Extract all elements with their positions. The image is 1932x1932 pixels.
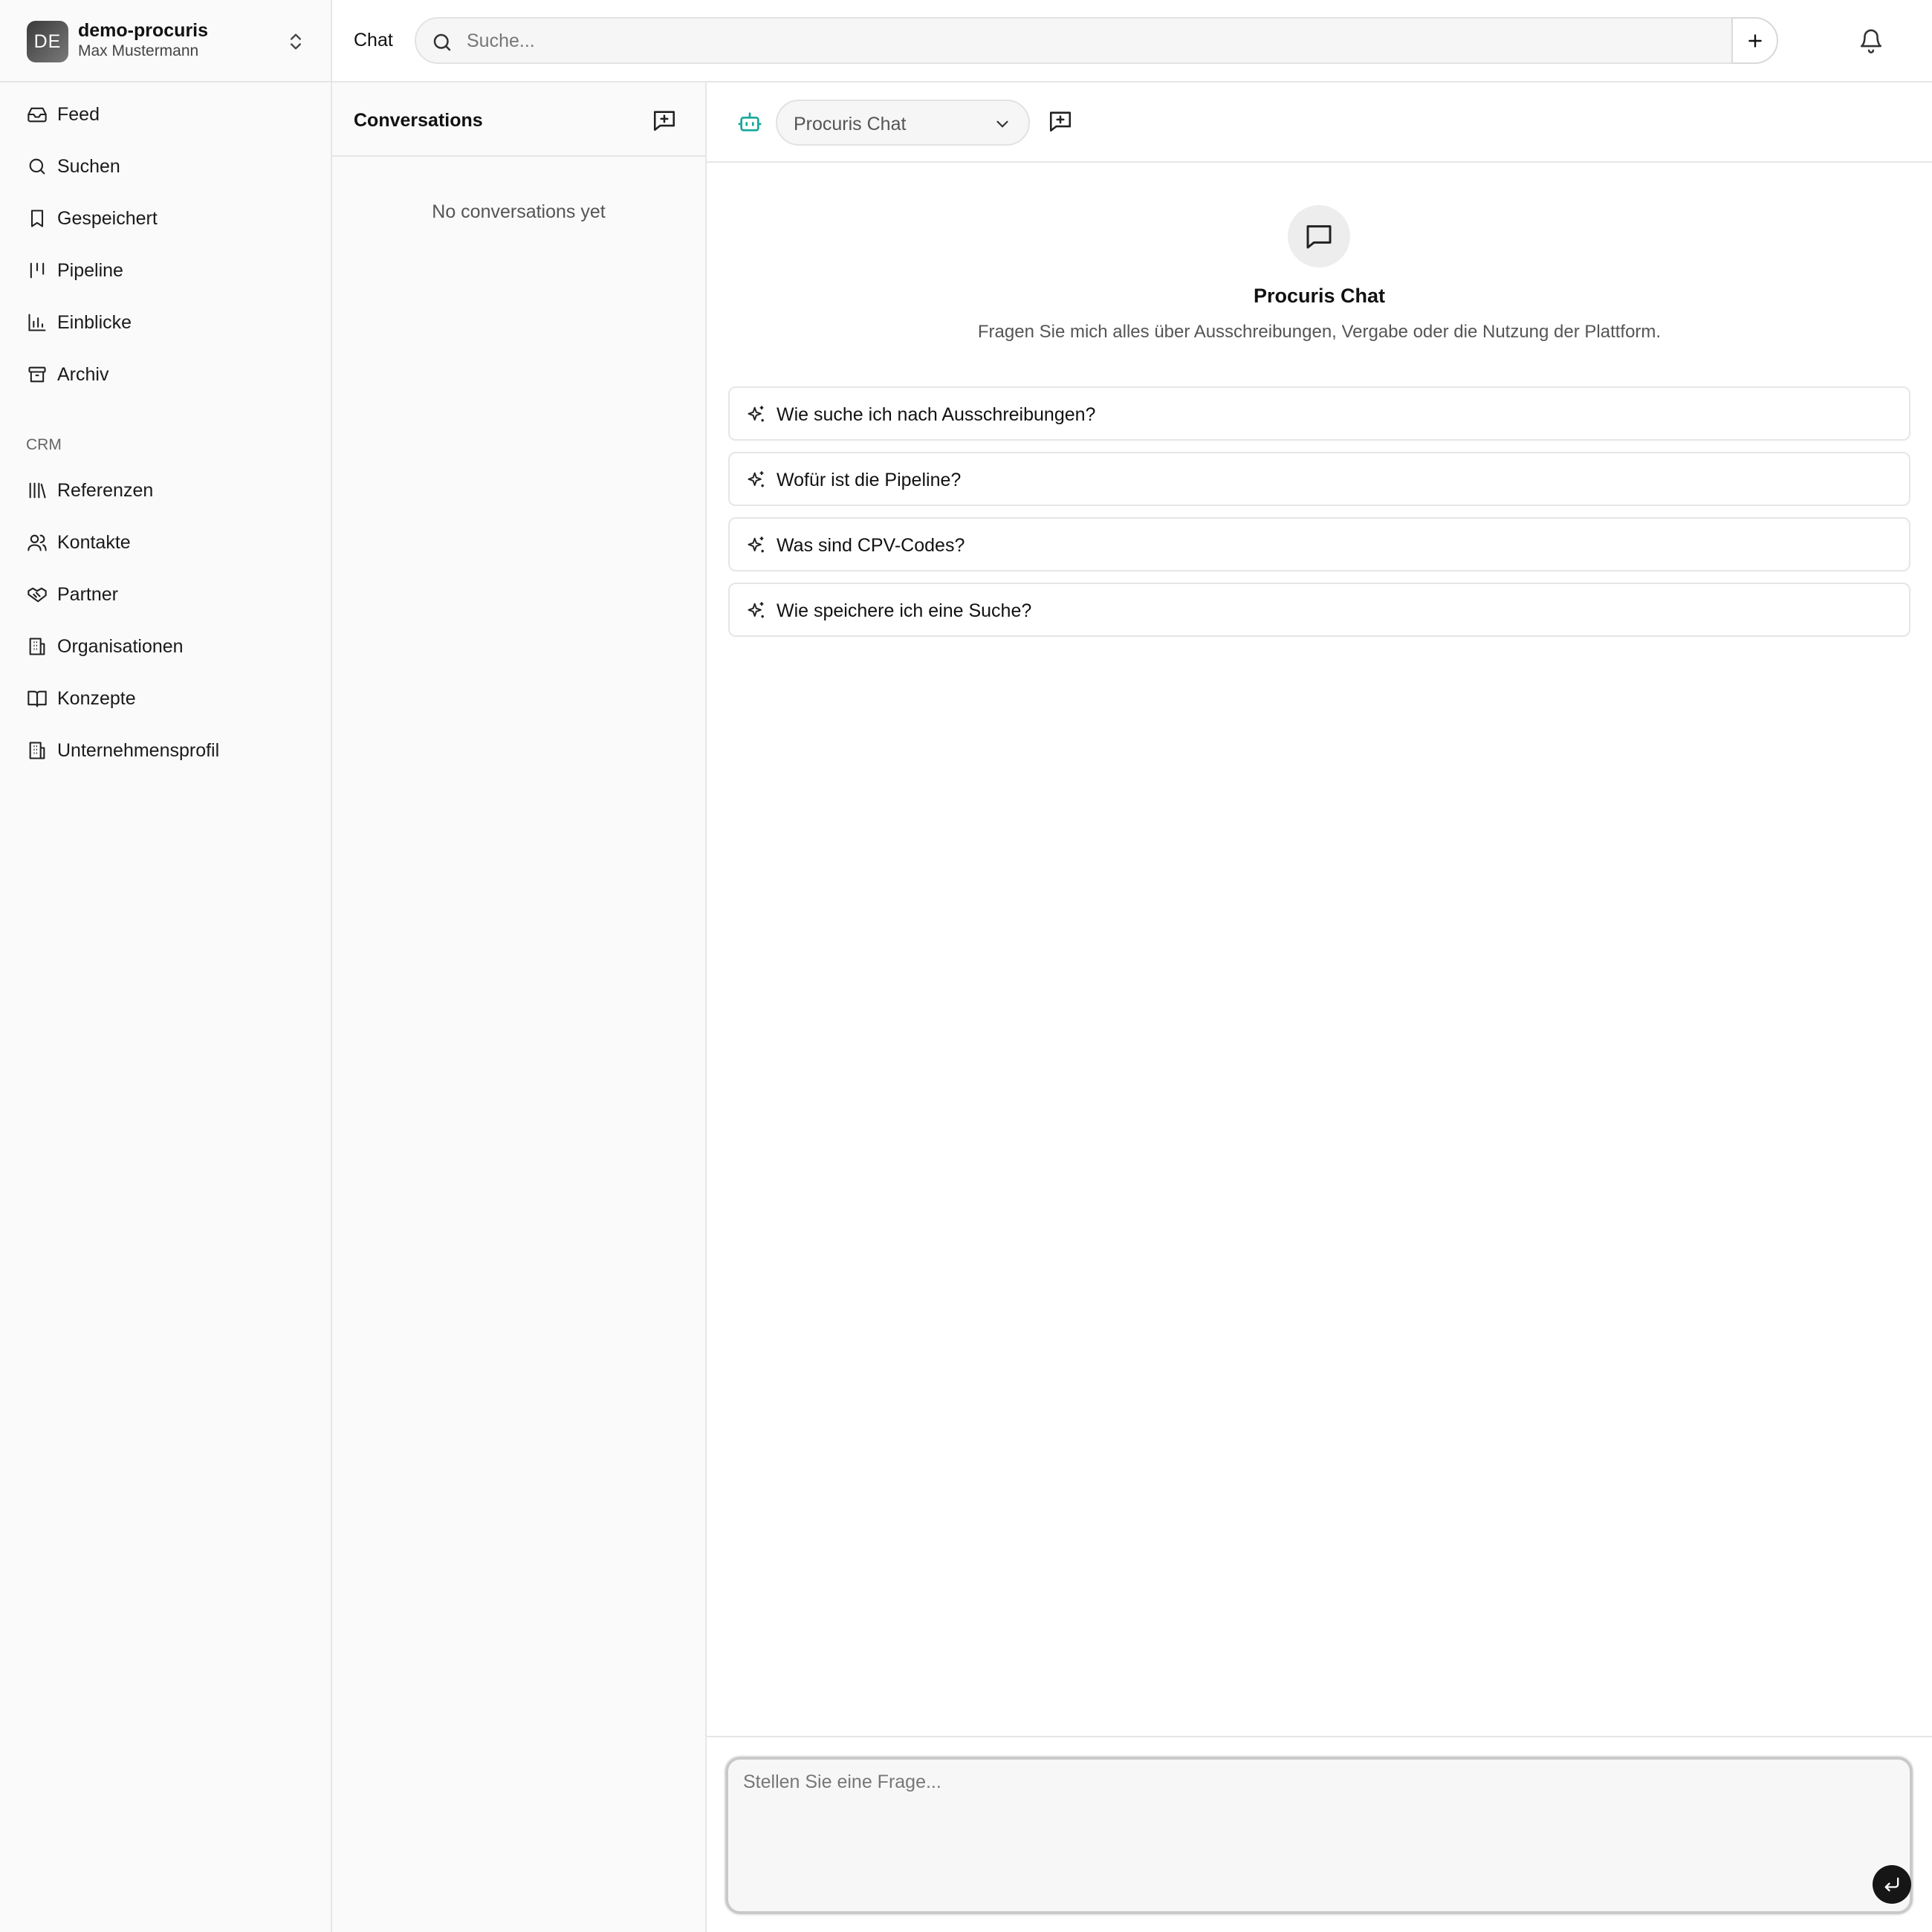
chat-hero-badge xyxy=(1288,205,1350,268)
message-input[interactable] xyxy=(743,1771,1858,1883)
new-chat-icon[interactable] xyxy=(1048,108,1073,134)
sparkles-icon xyxy=(748,602,764,618)
bar-chart-icon xyxy=(28,314,46,331)
conversations-panel: Conversations No conversations yet xyxy=(332,82,707,1932)
sidebar-item-label: Einblicke xyxy=(57,311,132,333)
conversations-header: Conversations xyxy=(332,82,705,157)
add-button[interactable] xyxy=(1731,17,1778,64)
library-icon xyxy=(29,482,46,499)
suggestion-label: Wie speichere ich eine Suche? xyxy=(777,600,1032,621)
sidebar-item-pipeline[interactable]: Pipeline xyxy=(16,250,321,291)
chat-panel: Procuris Chat Procuris Chat Fragen Sie m… xyxy=(707,82,1932,1932)
sidebar-item-gespeichert[interactable]: Gespeichert xyxy=(16,198,321,239)
conversations-title: Conversations xyxy=(354,110,483,131)
sidebar: DE demo-procuris Max Mustermann Feed Suc… xyxy=(0,0,332,1932)
building-icon xyxy=(29,638,45,655)
sidebar-item-feed[interactable]: Feed xyxy=(16,94,321,135)
inbox-icon xyxy=(27,107,47,123)
model-select[interactable]: Procuris Chat xyxy=(776,100,1030,146)
workspace-name: demo-procuris xyxy=(78,20,209,41)
composer-area xyxy=(707,1736,1932,1932)
book-open-icon xyxy=(27,690,47,707)
bot-icon xyxy=(738,112,762,132)
model-select-value: Procuris Chat xyxy=(794,114,907,134)
chat-hero-title: Procuris Chat xyxy=(1253,285,1386,307)
search-input[interactable] xyxy=(467,27,1656,54)
send-button[interactable] xyxy=(1873,1865,1911,1904)
bookmark-icon xyxy=(30,210,44,227)
search-icon xyxy=(29,158,45,175)
archive-icon xyxy=(28,366,46,383)
sidebar-item-label: Konzepte xyxy=(57,687,136,709)
page-title: Chat xyxy=(354,30,393,51)
new-conversation-icon[interactable] xyxy=(652,108,677,133)
plus-icon xyxy=(1748,33,1762,48)
global-search xyxy=(415,17,1778,64)
sidebar-item-kontakte[interactable]: Kontakte xyxy=(16,522,321,563)
sidebar-item-label: Unternehmensprofil xyxy=(57,739,220,761)
sidebar-item-label: Suchen xyxy=(57,155,120,177)
crm-section-label: CRM xyxy=(26,436,62,453)
sidebar-item-unternehmensprofil[interactable]: Unternehmensprofil xyxy=(16,730,321,771)
sidebar-item-partner[interactable]: Partner xyxy=(16,574,321,615)
sidebar-item-label: Gespeichert xyxy=(57,207,158,229)
handshake-icon xyxy=(27,587,47,603)
suggestion-label: Was sind CPV-Codes? xyxy=(777,535,965,556)
bell-icon[interactable] xyxy=(1858,28,1884,54)
suggestion-label: Wie suche ich nach Ausschreibungen? xyxy=(777,404,1096,425)
conversations-empty-state: No conversations yet xyxy=(432,201,606,222)
sidebar-item-label: Organisationen xyxy=(57,635,184,657)
search-icon xyxy=(433,33,451,51)
top-bar: Chat xyxy=(332,0,1932,82)
chat-header: Procuris Chat xyxy=(707,82,1932,163)
suggestion-button[interactable]: Wie speichere ich eine Suche? xyxy=(728,583,1910,637)
sparkles-icon xyxy=(748,471,764,487)
sidebar-item-suchen[interactable]: Suchen xyxy=(16,146,321,187)
chevron-down-icon xyxy=(996,120,1008,128)
sidebar-item-konzepte[interactable]: Konzepte xyxy=(16,678,321,719)
pipeline-icon xyxy=(30,262,45,279)
chat-hero-subtitle: Fragen Sie mich alles über Ausschreibung… xyxy=(977,322,1662,342)
message-square-icon xyxy=(1306,225,1332,249)
suggestion-button[interactable]: Was sind CPV-Codes? xyxy=(728,517,1910,571)
building-icon xyxy=(29,742,45,759)
sidebar-item-einblicke[interactable]: Einblicke xyxy=(16,302,321,343)
sidebar-item-label: Archiv xyxy=(57,363,109,385)
chevrons-up-down-icon[interactable] xyxy=(285,30,306,54)
workspace-avatar: DE xyxy=(27,21,68,62)
suggestion-button[interactable]: Wofür ist die Pipeline? xyxy=(728,452,1910,506)
sparkles-icon xyxy=(748,406,764,422)
users-icon xyxy=(27,534,47,551)
workspace-user-name: Max Mustermann xyxy=(78,42,199,59)
sidebar-item-label: Pipeline xyxy=(57,259,123,281)
suggestion-button[interactable]: Wie suche ich nach Ausschreibungen? xyxy=(728,386,1910,441)
sidebar-item-label: Feed xyxy=(57,103,100,125)
sparkles-icon xyxy=(748,537,764,553)
sidebar-item-label: Partner xyxy=(57,583,118,605)
sidebar-item-referenzen[interactable]: Referenzen xyxy=(16,470,321,511)
sidebar-item-archiv[interactable]: Archiv xyxy=(16,354,321,395)
corner-down-left-icon xyxy=(1884,1877,1899,1892)
workspace-switcher[interactable]: DE demo-procuris Max Mustermann xyxy=(0,0,331,82)
sidebar-item-label: Kontakte xyxy=(57,531,131,553)
suggestion-label: Wofür ist die Pipeline? xyxy=(777,470,962,490)
composer xyxy=(725,1757,1913,1914)
sidebar-item-label: Referenzen xyxy=(57,479,154,501)
sidebar-item-organisationen[interactable]: Organisationen xyxy=(16,626,321,667)
